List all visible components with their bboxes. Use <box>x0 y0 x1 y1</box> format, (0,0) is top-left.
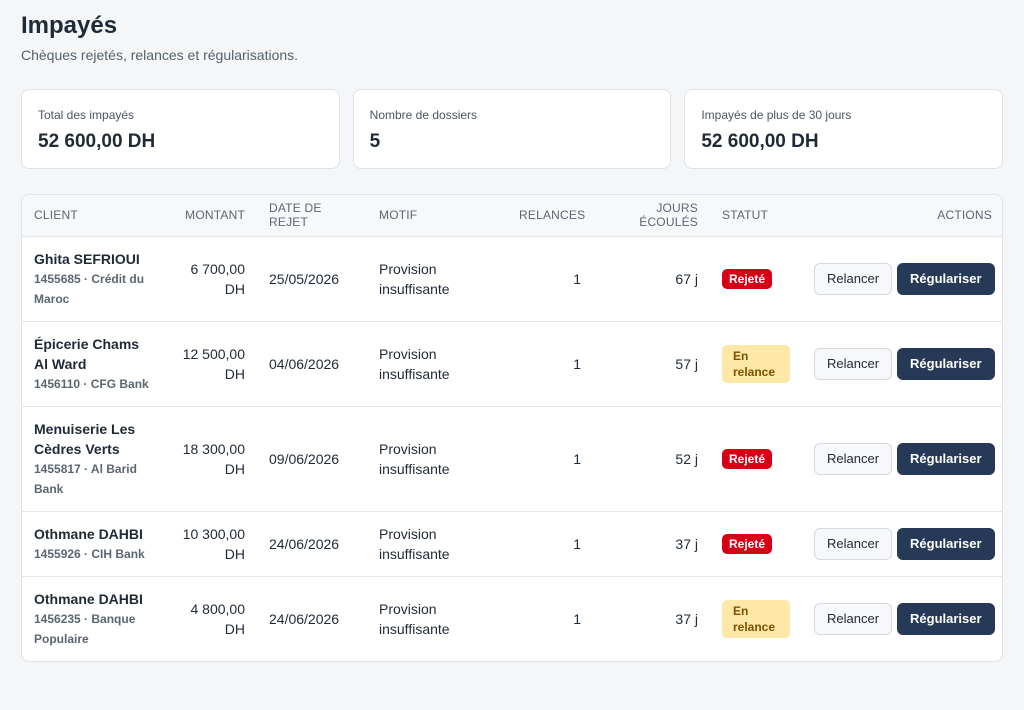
card-nombre-dossiers: Nombre de dossiers 5 <box>352 89 672 169</box>
status-badge: Rejeté <box>722 534 773 554</box>
column-header-montant[interactable]: MONTANT <box>168 195 257 237</box>
regulariser-button[interactable]: Régulariser <box>897 602 995 635</box>
cell-statut: Rejeté <box>710 511 802 577</box>
cell-jours: 52 j <box>593 406 710 512</box>
cell-montant: 10 300,00 DH <box>168 511 257 577</box>
cell-motif: Provision insuffisante <box>379 600 450 637</box>
cell-client: Othmane DAHBI 1456235 · Banque Populaire <box>22 576 168 661</box>
regulariser-button[interactable]: Régulariser <box>897 347 995 380</box>
card-value: 5 <box>369 131 381 152</box>
cell-relances: 1 <box>507 236 593 322</box>
cell-actions: Relancer Régulariser <box>802 236 1002 322</box>
page-subtitle: Chèques rejetés, relances et régularisat… <box>21 47 299 63</box>
cell-relances: 1 <box>507 511 593 577</box>
cell-actions: Relancer Régulariser <box>802 511 1002 577</box>
cell-client: Épicerie Chams Al Ward 1456110 · CFG Ban… <box>22 321 168 407</box>
table-row: Ghita SEFRIOUI 1455685 · Crédit du Maroc… <box>22 236 1002 322</box>
cell-date: 25/05/2026 <box>257 236 367 322</box>
card-value: 52 600,00 DH <box>38 131 156 152</box>
regulariser-button[interactable]: Régulariser <box>897 262 995 295</box>
client-name: Épicerie Chams Al Ward <box>34 335 140 372</box>
cell-date: 09/06/2026 <box>257 406 367 512</box>
cell-date: 24/06/2026 <box>257 511 367 577</box>
cell-montant: 6 700,00 DH <box>168 236 257 322</box>
relancer-button[interactable]: Relancer <box>814 602 893 635</box>
status-badge: En relance <box>722 599 790 638</box>
relancer-button[interactable]: Relancer <box>814 262 893 295</box>
cell-jours: 37 j <box>675 610 698 627</box>
cell-actions: Relancer Régulariser <box>802 576 1002 661</box>
cell-actions: Relancer Régulariser <box>802 321 1002 407</box>
client-reference: 1455926 · CIH Bank <box>34 546 145 561</box>
impayes-table: CLIENT MONTANT DATE DE REJET MOTIF RELAN… <box>22 195 1002 661</box>
status-badge: Rejeté <box>722 269 773 289</box>
client-name: Othmane DAHBI <box>34 590 143 607</box>
column-header-actions: ACTIONS <box>802 195 1002 237</box>
table-row: Épicerie Chams Al Ward 1456110 · CFG Ban… <box>22 321 1002 407</box>
cell-relances: 1 <box>507 406 593 512</box>
cell-date: 04/06/2026 <box>257 321 367 407</box>
column-header-date[interactable]: DATE DE REJET <box>257 195 367 237</box>
cell-client: Menuiserie Les Cèdres Verts 1455817 · Al… <box>22 406 168 512</box>
cell-jours: 37 j <box>593 511 710 577</box>
relancer-button[interactable]: Relancer <box>814 527 893 560</box>
client-name: Othmane DAHBI <box>34 525 143 542</box>
status-badge: Rejeté <box>722 449 773 469</box>
client-name: Menuiserie Les Cèdres Verts <box>34 420 136 457</box>
table-row: Menuiserie Les Cèdres Verts 1455817 · Al… <box>22 406 1002 512</box>
page: Impayés Chèques rejetés, relances et rég… <box>0 0 1024 662</box>
status-badge: En relance <box>722 344 790 383</box>
cell-montant: 12 500,00 DH <box>168 321 257 407</box>
client-reference: 1455817 · Al Barid Bank <box>34 461 137 496</box>
column-header-client[interactable]: CLIENT <box>22 195 168 237</box>
cell-date: 24/06/2026 <box>269 610 340 627</box>
regulariser-button[interactable]: Régulariser <box>897 527 995 560</box>
card-label: Nombre de dossiers <box>369 108 478 122</box>
cell-statut: Rejeté <box>710 236 802 322</box>
cell-motif: Provision insuffisante <box>367 236 507 322</box>
card-impayes-30-jours: Impayés de plus de 30 jours 52 600,00 DH <box>684 89 1004 169</box>
column-header-relances[interactable]: RELANCES <box>507 195 593 237</box>
client-name: Ghita SEFRIOUI <box>34 250 140 267</box>
card-label: Impayés de plus de 30 jours <box>701 108 852 122</box>
cell-jours: 57 j <box>593 321 710 407</box>
cell-client: Ghita SEFRIOUI 1455685 · Crédit du Maroc <box>22 236 168 322</box>
cell-client: Othmane DAHBI 1455926 · CIH Bank <box>22 511 168 577</box>
card-label: Total des impayés <box>38 108 135 122</box>
cell-motif: Provision insuffisante <box>367 406 507 512</box>
column-header-motif[interactable]: MOTIF <box>367 195 507 237</box>
page-title: Impayés <box>21 12 118 39</box>
column-header-jours[interactable]: JOURS ÉCOULÉS <box>593 195 710 237</box>
cell-relances: 1 <box>573 610 581 627</box>
cell-statut: En relance <box>710 576 802 661</box>
client-reference: 1456235 · Banque Populaire <box>34 611 136 646</box>
cell-montant: 4 800,00 DH <box>190 600 246 637</box>
cell-motif: Provision insuffisante <box>367 511 507 577</box>
cell-statut: En relance <box>710 321 802 407</box>
cell-motif: Provision insuffisante <box>367 321 507 407</box>
cell-relances: 1 <box>507 321 593 407</box>
table-row: Othmane DAHBI 1455926 · CIH Bank 10 300,… <box>22 511 1002 577</box>
cell-montant: 18 300,00 DH <box>168 406 257 512</box>
card-value: 52 600,00 DH <box>701 131 819 152</box>
cell-jours: 67 j <box>593 236 710 322</box>
client-reference: 1456110 · CFG Bank <box>34 376 149 391</box>
impayes-table-container: CLIENT MONTANT DATE DE REJET MOTIF RELAN… <box>21 194 1003 662</box>
relancer-button[interactable]: Relancer <box>814 442 893 475</box>
column-header-statut[interactable]: STATUT <box>710 195 802 237</box>
regulariser-button[interactable]: Régulariser <box>897 442 995 475</box>
table-header-row: CLIENT MONTANT DATE DE REJET MOTIF RELAN… <box>22 195 1002 237</box>
cell-actions: Relancer Régulariser <box>802 406 1002 512</box>
summary-cards: Total des impayés 52 600,00 DH Nombre de… <box>21 89 1004 169</box>
table-row: Othmane DAHBI 1456235 · Banque Populaire… <box>22 576 1002 661</box>
relancer-button[interactable]: Relancer <box>814 347 893 380</box>
cell-statut: Rejeté <box>710 406 802 512</box>
client-reference: 1455685 · Crédit du Maroc <box>34 271 145 306</box>
card-total-impayes: Total des impayés 52 600,00 DH <box>21 89 340 169</box>
